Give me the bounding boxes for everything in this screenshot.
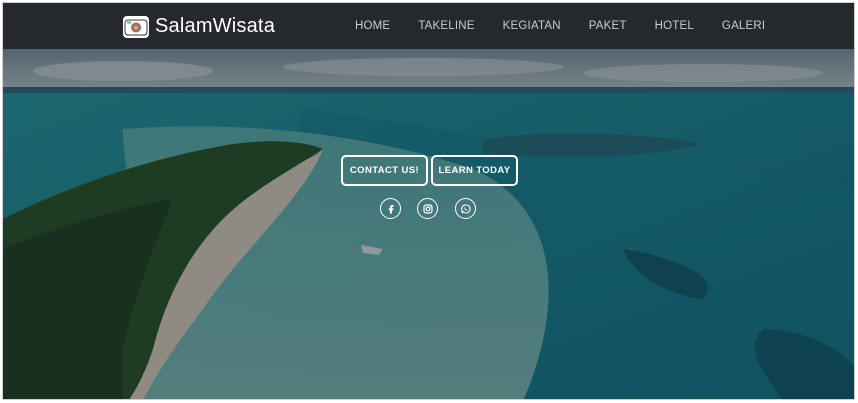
nav-item-galeri[interactable]: GALERI — [722, 20, 765, 32]
brand-name: SalamWisata — [155, 15, 276, 37]
navbar: SalamWisata HOME TAKELINE KEGIATAN PAKET… — [3, 3, 854, 49]
nav-item-paket[interactable]: PAKET — [589, 20, 627, 32]
nav-item-hotel[interactable]: HOTEL — [655, 20, 694, 32]
nav-item-takeline[interactable]: TAKELINE — [418, 20, 474, 32]
learn-today-button[interactable]: LEARN TODAY — [431, 155, 518, 186]
brand[interactable]: SalamWisata — [123, 15, 275, 38]
nav-item-home[interactable]: HOME — [355, 20, 390, 32]
page-frame: SalamWisata HOME TAKELINE KEGIATAN PAKET… — [2, 2, 855, 400]
instagram-icon[interactable] — [417, 198, 438, 219]
hero-section: CONTACT US! LEARN TODAY — [3, 49, 854, 399]
facebook-icon[interactable] — [380, 198, 401, 219]
whatsapp-icon[interactable] — [455, 198, 476, 219]
contact-us-button[interactable]: CONTACT US! — [341, 155, 428, 186]
nav-menu: HOME TAKELINE KEGIATAN PAKET HOTEL GALER… — [355, 3, 793, 49]
nav-item-kegiatan[interactable]: KEGIATAN — [503, 20, 561, 32]
hero-dark-overlay — [3, 49, 854, 399]
camera-icon — [123, 15, 149, 38]
